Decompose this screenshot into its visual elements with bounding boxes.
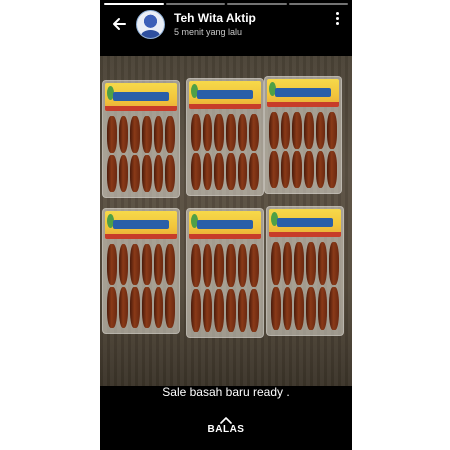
avatar[interactable] [136, 9, 165, 39]
story-header: Teh Wita Aktip 5 menit yang lalu [100, 6, 352, 42]
progress-segment [227, 3, 287, 5]
product-pack [264, 76, 342, 194]
product-pack [186, 208, 264, 338]
story-progress-bar [104, 3, 348, 5]
poster-name: Teh Wita Aktip [174, 10, 256, 25]
story-photo [100, 56, 352, 386]
product-pack [186, 78, 264, 196]
poster-info: Teh Wita Aktip 5 menit yang lalu [174, 11, 256, 38]
product-pack [102, 80, 180, 198]
story-viewer[interactable]: Teh Wita Aktip 5 menit yang lalu Sale ba… [100, 0, 352, 450]
product-pack [266, 206, 344, 336]
chevron-up-icon [220, 417, 232, 424]
arrow-back-icon [113, 18, 126, 30]
progress-segment [288, 3, 348, 5]
more-menu-button[interactable] [330, 8, 344, 28]
more-vertical-icon [335, 11, 339, 15]
progress-segment [104, 3, 164, 5]
post-time: 5 menit yang lalu [174, 26, 243, 37]
reply-button[interactable]: BALAS [100, 416, 352, 435]
story-caption: Sale basah baru ready . [162, 385, 290, 399]
progress-segment [165, 3, 225, 5]
reply-label: BALAS [207, 424, 245, 435]
product-pack [102, 208, 180, 334]
back-button[interactable] [104, 9, 134, 39]
